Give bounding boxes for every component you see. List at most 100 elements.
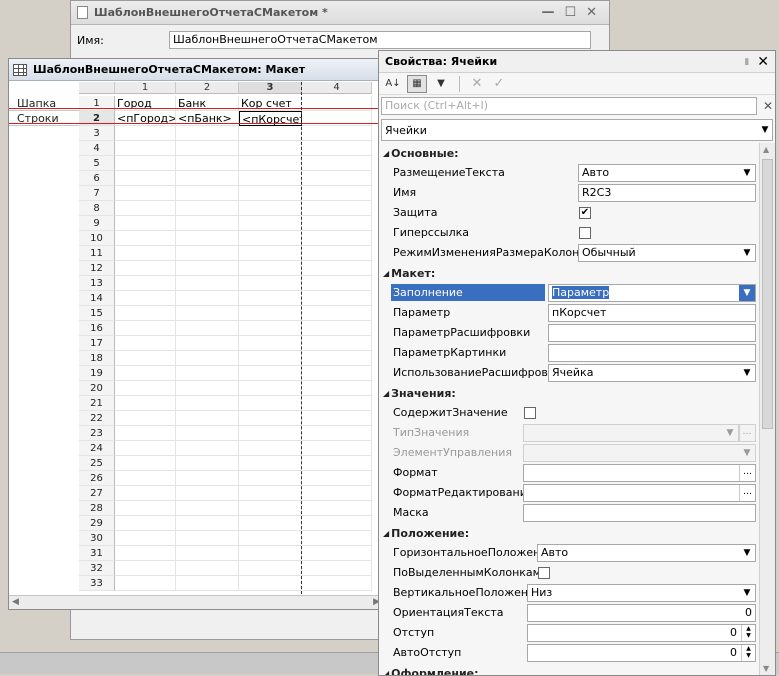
grid-cell[interactable] xyxy=(176,486,239,501)
grid-cell[interactable] xyxy=(176,321,239,336)
grid-cell[interactable] xyxy=(302,156,372,171)
grid-cell[interactable] xyxy=(176,201,239,216)
chevron-down-icon[interactable]: ▼ xyxy=(739,545,755,561)
edit-format-input[interactable]: … xyxy=(523,484,756,502)
auto-indent-spinner[interactable]: 0 ▲ ▼ xyxy=(527,644,756,662)
filter-icon[interactable]: ▼ xyxy=(431,75,451,93)
spinner-arrows-icon[interactable]: ▲ ▼ xyxy=(741,645,755,661)
grid-cell[interactable] xyxy=(239,126,302,141)
column-header[interactable]: 4 xyxy=(302,82,372,94)
grid-cell[interactable] xyxy=(302,366,372,381)
grid-cell[interactable] xyxy=(302,411,372,426)
name-field[interactable]: ШаблонВнешнегоОтчетаСМакетом xyxy=(169,31,591,49)
grid-cell[interactable] xyxy=(115,156,176,171)
grid-cell[interactable] xyxy=(115,456,176,471)
grid-cell[interactable] xyxy=(176,426,239,441)
prop-contains-value[interactable]: СодержитЗначение xyxy=(379,403,759,423)
grid-cell[interactable] xyxy=(115,561,176,576)
grid-cell[interactable] xyxy=(239,576,302,591)
grid-cell[interactable] xyxy=(115,426,176,441)
grid-cell[interactable] xyxy=(302,441,372,456)
horizontal-scrollbar[interactable]: ◀ ▶ xyxy=(9,595,383,609)
v-align-select[interactable]: Низ ▼ xyxy=(527,584,756,602)
clear-search-icon[interactable]: ✕ xyxy=(763,99,773,113)
row-header[interactable]: 26 xyxy=(79,471,115,486)
grid-cell[interactable] xyxy=(302,261,372,276)
row-header[interactable]: 21 xyxy=(79,396,115,411)
grid-cell[interactable] xyxy=(115,216,176,231)
row-header[interactable]: 33 xyxy=(79,576,115,591)
grid-cell[interactable] xyxy=(115,396,176,411)
name-input[interactable]: R2C3 xyxy=(578,184,756,202)
grid-cell[interactable] xyxy=(176,186,239,201)
column-header[interactable]: 3 xyxy=(239,82,302,94)
grid-cell[interactable] xyxy=(239,141,302,156)
prop-parameter[interactable]: Параметр пКорсчет xyxy=(379,303,759,323)
grid-cell[interactable] xyxy=(115,366,176,381)
grid-cell[interactable] xyxy=(302,321,372,336)
grid-cell[interactable] xyxy=(115,171,176,186)
grid-cell[interactable] xyxy=(302,336,372,351)
decode-usage-select[interactable]: Ячейка ▼ xyxy=(548,364,756,382)
grid-cell[interactable] xyxy=(176,456,239,471)
grid-cell[interactable] xyxy=(239,531,302,546)
grid-cell[interactable] xyxy=(239,336,302,351)
prop-v-align[interactable]: ВертикальноеПоложение Низ ▼ xyxy=(379,583,759,603)
check-icon[interactable]: ✓ xyxy=(490,76,508,91)
clear-icon[interactable]: ✕ xyxy=(468,76,486,91)
prop-auto-indent[interactable]: АвтоОтступ 0 ▲ ▼ xyxy=(379,643,759,663)
prop-hyperlink[interactable]: Гиперссылка xyxy=(379,223,759,243)
grid-cell[interactable] xyxy=(239,411,302,426)
section-position[interactable]: ◢ Положение: xyxy=(379,523,759,543)
grid-cell[interactable] xyxy=(115,126,176,141)
by-selected-checkbox[interactable] xyxy=(538,567,550,579)
grid-cell[interactable] xyxy=(176,246,239,261)
grid-cell[interactable] xyxy=(115,291,176,306)
grid-cell[interactable] xyxy=(302,216,372,231)
sort-alphabet-icon[interactable]: A↓ xyxy=(383,75,403,93)
grid-cell[interactable] xyxy=(176,231,239,246)
row-header[interactable]: 17 xyxy=(79,336,115,351)
grid-cell[interactable] xyxy=(176,126,239,141)
chevron-down-icon[interactable]: ▼ xyxy=(758,125,772,135)
grid-cell[interactable] xyxy=(115,246,176,261)
row-header[interactable]: 13 xyxy=(79,276,115,291)
grid-cell[interactable] xyxy=(176,516,239,531)
prop-fill[interactable]: Заполнение Параметр ▼ xyxy=(379,283,759,303)
row-header[interactable]: 12 xyxy=(79,261,115,276)
grid-cell[interactable] xyxy=(115,471,176,486)
row-header[interactable]: 22 xyxy=(79,411,115,426)
spinner-arrows-icon[interactable]: ▲ ▼ xyxy=(741,625,755,641)
column-header[interactable]: 1 xyxy=(115,82,176,94)
row-header[interactable]: 16 xyxy=(79,321,115,336)
section-basic[interactable]: ◢ Основные: xyxy=(379,143,759,163)
grid-cell[interactable] xyxy=(302,396,372,411)
grid-cell[interactable] xyxy=(239,246,302,261)
grid-cell[interactable] xyxy=(176,336,239,351)
grid-cell[interactable] xyxy=(302,231,372,246)
row-header[interactable]: 5 xyxy=(79,156,115,171)
grid-cell[interactable] xyxy=(176,546,239,561)
prop-h-align[interactable]: ГоризонтальноеПоложение Авто ▼ xyxy=(379,543,759,563)
maximize-icon[interactable]: ☐ xyxy=(564,5,576,20)
row-header[interactable]: 11 xyxy=(79,246,115,261)
prop-text-placement[interactable]: РазмещениеТекста Авто ▼ xyxy=(379,163,759,183)
grid-cell[interactable] xyxy=(302,501,372,516)
row-header[interactable]: 6 xyxy=(79,171,115,186)
grid-cell[interactable] xyxy=(176,561,239,576)
grid-cell[interactable] xyxy=(239,441,302,456)
ellipsis-icon[interactable]: … xyxy=(739,465,755,481)
grid-cell[interactable] xyxy=(176,411,239,426)
fill-select[interactable]: Параметр ▼ xyxy=(548,284,756,302)
prop-decode-parameter[interactable]: ПараметрРасшифровки xyxy=(379,323,759,343)
grid-cell[interactable] xyxy=(302,246,372,261)
grid-cell[interactable] xyxy=(302,186,372,201)
grid-cell[interactable] xyxy=(239,156,302,171)
grid-cell[interactable] xyxy=(176,156,239,171)
grid-cell[interactable] xyxy=(239,471,302,486)
prop-mask[interactable]: Маска xyxy=(379,503,759,523)
grid-cell[interactable] xyxy=(239,351,302,366)
chevron-down-icon[interactable]: ▼ xyxy=(739,585,755,601)
grid-cell[interactable] xyxy=(302,456,372,471)
grid-cell[interactable] xyxy=(115,186,176,201)
